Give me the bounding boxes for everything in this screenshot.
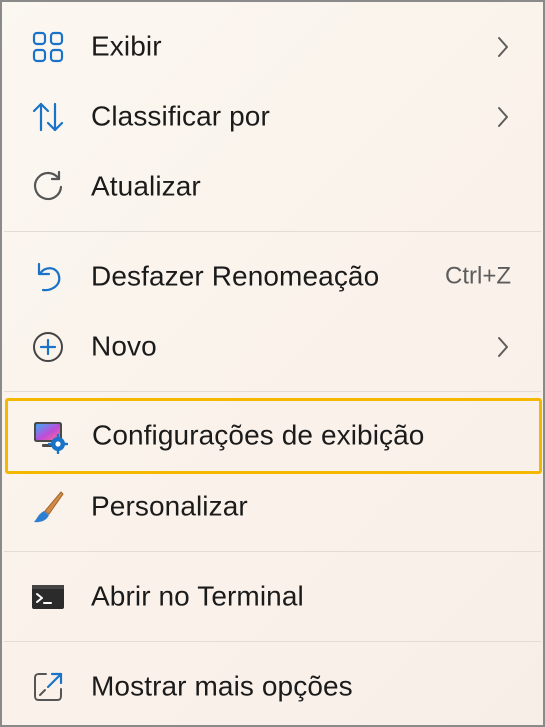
show-more-options-icon — [30, 669, 66, 705]
chevron-right-icon — [495, 105, 511, 129]
menu-item-label: Personalizar — [91, 490, 248, 522]
menu-item-classificar-por[interactable]: Classificar por — [4, 85, 541, 149]
view-grid-icon — [30, 29, 66, 65]
menu-item-abrir-no-terminal[interactable]: Abrir no Terminal — [4, 565, 541, 629]
menu-item-exibir[interactable]: Exibir — [4, 15, 541, 79]
menu-separator — [4, 231, 541, 232]
menu-separator — [4, 641, 541, 642]
menu-item-mostrar-mais-opcoes[interactable]: Mostrar mais opções — [4, 655, 541, 719]
menu-item-atualizar[interactable]: Atualizar — [4, 155, 541, 219]
menu-separator — [4, 551, 541, 552]
terminal-icon — [30, 579, 66, 615]
menu-item-label: Desfazer Renomeação — [91, 260, 380, 292]
new-plus-icon — [30, 329, 66, 365]
paintbrush-icon — [30, 489, 66, 525]
chevron-right-icon — [495, 35, 511, 59]
undo-icon — [30, 259, 66, 295]
menu-item-desfazer-renomeacao[interactable]: Desfazer Renomeação Ctrl+Z — [4, 245, 541, 309]
menu-item-label: Abrir no Terminal — [91, 580, 304, 612]
context-menu: Exibir Classificar por Atualizar Desfaze… — [0, 0, 545, 727]
menu-item-label: Classificar por — [91, 100, 270, 132]
refresh-icon — [30, 169, 66, 205]
menu-item-novo[interactable]: Novo — [4, 315, 541, 379]
menu-item-label: Mostrar mais opções — [91, 670, 353, 702]
menu-item-personalizar[interactable]: Personalizar — [4, 475, 541, 539]
display-settings-icon — [32, 418, 68, 454]
menu-item-label: Configurações de exibição — [92, 419, 425, 451]
menu-item-configuracoes-de-exibicao[interactable]: Configurações de exibição — [5, 398, 542, 474]
menu-item-label: Novo — [91, 330, 157, 362]
menu-item-label: Exibir — [91, 30, 162, 62]
sort-icon — [30, 99, 66, 135]
menu-separator — [4, 391, 541, 392]
shortcut-hint: Ctrl+Z — [445, 262, 511, 290]
chevron-right-icon — [495, 335, 511, 359]
menu-item-label: Atualizar — [91, 170, 201, 202]
